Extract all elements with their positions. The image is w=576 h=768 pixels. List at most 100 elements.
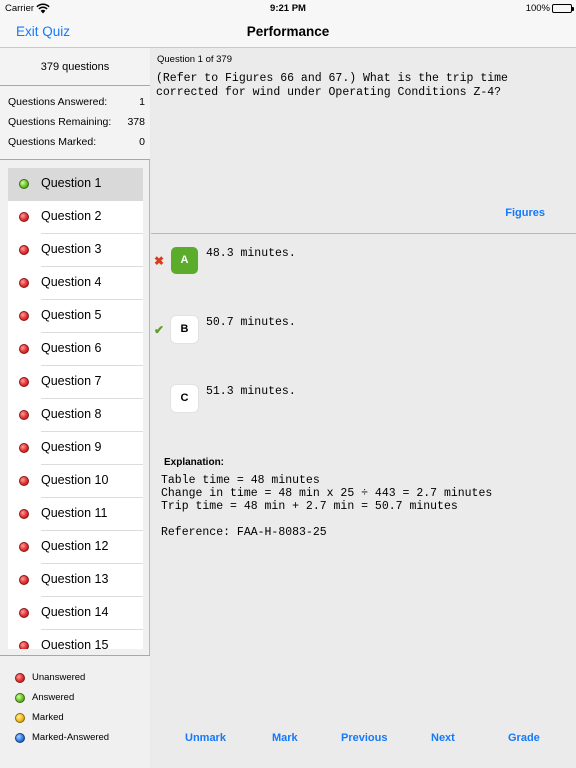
question-list-item[interactable]: Question 2 <box>8 201 143 234</box>
question-list-label: Question 10 <box>41 473 109 487</box>
explanation-body: Table time = 48 minutes Change in time = … <box>161 474 571 513</box>
question-list-item[interactable]: Question 14 <box>8 597 143 630</box>
question-list-item[interactable]: Question 11 <box>8 498 143 531</box>
stats-panel: Questions Answered: 1 Questions Remainin… <box>0 86 150 160</box>
question-list-label: Question 14 <box>41 605 109 619</box>
red-status-dot-icon <box>19 377 29 387</box>
question-list-item[interactable]: Question 5 <box>8 300 143 333</box>
legend-label: Answered <box>32 692 75 703</box>
red-status-dot-icon <box>19 278 29 288</box>
red-status-dot-icon <box>19 542 29 552</box>
answer-a-button[interactable]: A <box>171 247 198 274</box>
question-list-label: Question 8 <box>41 407 102 421</box>
question-count: 379 questions <box>0 48 150 86</box>
stat-label: Questions Remaining: <box>8 116 112 128</box>
grade-button[interactable]: Grade <box>508 732 540 744</box>
explanation-title: Explanation: <box>164 457 225 468</box>
bottom-toolbar: Unmark Mark Previous Next Grade <box>151 720 576 768</box>
question-text: (Refer to Figures 66 and 67.) What is th… <box>156 72 508 99</box>
question-list-label: Question 2 <box>41 209 102 223</box>
explanation-line: Table time = 48 minutes <box>161 474 320 487</box>
red-status-dot-icon <box>19 410 29 420</box>
green-status-dot-icon <box>15 693 25 703</box>
question-list-item[interactable]: Question 4 <box>8 267 143 300</box>
answer-a-text: 48.3 minutes. <box>206 247 296 260</box>
question-list-label: Question 1 <box>41 176 102 190</box>
stat-remaining: Questions Remaining: 378 <box>8 116 145 130</box>
red-status-dot-icon <box>19 344 29 354</box>
question-list-item[interactable]: Question 10 <box>8 465 143 498</box>
answer-b-text: 50.7 minutes. <box>206 316 296 329</box>
red-status-dot-icon <box>19 476 29 486</box>
unmark-button[interactable]: Unmark <box>185 732 226 744</box>
yellow-status-dot-icon <box>15 713 25 723</box>
next-button[interactable]: Next <box>431 732 455 744</box>
red-status-dot-icon <box>19 311 29 321</box>
stat-answered: Questions Answered: 1 <box>8 96 145 110</box>
legend-label: Unanswered <box>32 672 86 683</box>
question-panel: Question 1 of 379 (Refer to Figures 66 a… <box>151 48 576 234</box>
question-list-item[interactable]: Question 3 <box>8 234 143 267</box>
navigation-bar: Exit Quiz Performance <box>0 18 576 48</box>
stat-value: 378 <box>127 116 145 128</box>
legend-label: Marked <box>32 712 64 723</box>
red-status-dot-icon <box>19 575 29 585</box>
clock: 9:21 PM <box>270 3 306 14</box>
page-title: Performance <box>246 24 330 39</box>
checkmark-icon: ✔ <box>154 323 165 337</box>
explanation-line: Trip time = 48 min + 2.7 min = 50.7 minu… <box>161 499 458 513</box>
stat-value: 1 <box>139 96 145 108</box>
status-bar: Carrier 9:21 PM 100% <box>0 0 576 18</box>
figures-button[interactable]: Figures <box>505 207 545 219</box>
answer-c-text: 51.3 minutes. <box>206 385 296 398</box>
question-list-item[interactable]: Question 6 <box>8 333 143 366</box>
answer-option-a[interactable]: ✖ A 48.3 minutes. <box>151 247 576 275</box>
question-list-label: Question 5 <box>41 308 102 322</box>
red-status-dot-icon <box>19 641 29 649</box>
question-list-item[interactable]: Question 12 <box>8 531 143 564</box>
question-list-label: Question 15 <box>41 638 109 649</box>
question-list-label: Question 3 <box>41 242 102 256</box>
red-status-dot-icon <box>19 245 29 255</box>
question-list-label: Question 13 <box>41 572 109 586</box>
explanation-line: Change in time = 48 min x 25 ÷ 443 = 2.7… <box>161 486 493 500</box>
question-list-item[interactable]: Question 1 <box>8 168 143 201</box>
legend: Unanswered Answered Marked Marked-Answer… <box>0 655 150 768</box>
stat-value: 0 <box>139 136 145 148</box>
sidebar: 379 questions Questions Answered: 1 Ques… <box>0 48 150 768</box>
question-list-label: Question 7 <box>41 374 102 388</box>
battery-icon <box>552 4 574 13</box>
question-list-item[interactable]: Question 9 <box>8 432 143 465</box>
answer-c-button[interactable]: C <box>171 385 198 412</box>
red-status-dot-icon <box>19 212 29 222</box>
main-panel: Question 1 of 379 (Refer to Figures 66 a… <box>151 48 576 768</box>
red-status-dot-icon <box>19 509 29 519</box>
question-list-label: Question 4 <box>41 275 102 289</box>
question-list-label: Question 9 <box>41 440 102 454</box>
red-status-dot-icon <box>19 443 29 453</box>
explanation-reference: Reference: FAA-H-8083-25 <box>161 526 327 539</box>
mark-button[interactable]: Mark <box>272 732 298 744</box>
stat-label: Questions Answered: <box>8 96 108 108</box>
question-list-label: Question 11 <box>41 506 108 520</box>
question-list-item[interactable]: Question 8 <box>8 399 143 432</box>
answer-option-c[interactable]: C 51.3 minutes. <box>151 385 576 413</box>
answer-option-b[interactable]: ✔ B 50.7 minutes. <box>151 316 576 344</box>
red-status-dot-icon <box>15 673 25 683</box>
question-list-label: Question 6 <box>41 341 102 355</box>
question-list-item[interactable]: Question 13 <box>8 564 143 597</box>
green-status-dot-icon <box>19 179 29 189</box>
answer-b-button[interactable]: B <box>171 316 198 343</box>
red-status-dot-icon <box>19 608 29 618</box>
legend-label: Marked-Answered <box>32 732 110 743</box>
question-list[interactable]: Question 1 Question 2 Question 3 Question 4… <box>8 168 143 649</box>
stat-label: Questions Marked: <box>8 136 97 148</box>
question-number: Question 1 of 379 <box>157 54 232 65</box>
question-list-item[interactable]: Question 15 <box>8 630 143 649</box>
cross-icon: ✖ <box>154 254 165 268</box>
blue-status-dot-icon <box>15 733 25 743</box>
stat-marked: Questions Marked: 0 <box>8 136 145 150</box>
previous-button[interactable]: Previous <box>341 732 387 744</box>
question-list-label: Question 12 <box>41 539 109 553</box>
question-list-item[interactable]: Question 7 <box>8 366 143 399</box>
